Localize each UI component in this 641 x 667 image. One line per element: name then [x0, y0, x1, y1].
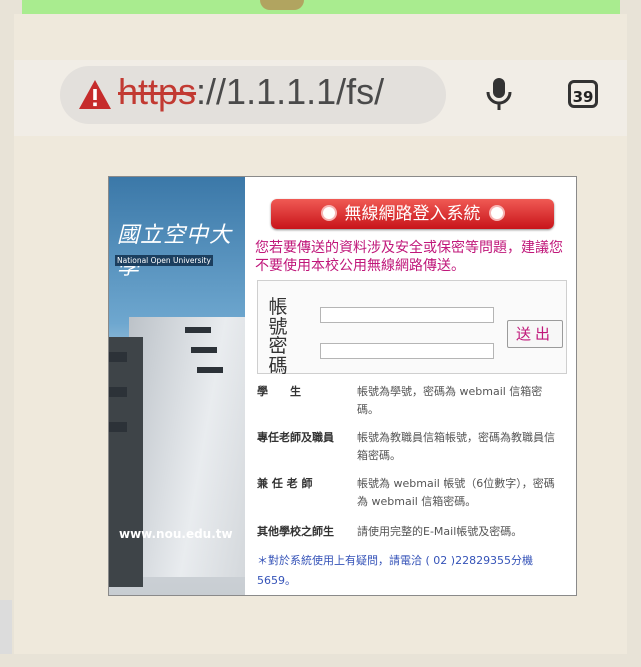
info-key: 其他學校之師生 — [257, 525, 334, 538]
window — [185, 327, 211, 333]
window — [191, 347, 217, 353]
url-scheme: https — [118, 71, 197, 112]
top-green-strip — [22, 0, 620, 15]
password-input[interactable] — [320, 343, 494, 359]
password-label: 密碼 — [268, 335, 288, 377]
url-path: ://1.1.1.1/fs/ — [196, 71, 385, 112]
info-value: 請使用完整的E-Mail帳號及密碼。 — [357, 525, 523, 538]
info-key: 專任老師及職員 — [257, 431, 334, 444]
window — [109, 387, 127, 397]
url-text[interactable]: https://1.1.1.1/fs/ — [118, 71, 444, 113]
window — [197, 367, 223, 373]
info-value: 帳號為學號，密碼為 webmail 信箱密碼。 — [357, 385, 543, 416]
system-title-text: 無線網路登入系統 — [344, 204, 481, 224]
university-english-name: National Open University — [115, 255, 213, 266]
window — [109, 422, 127, 432]
submit-button[interactable]: 送出 — [507, 320, 563, 348]
info-value: 帳號為 webmail 帳號（6位數字），密碼為 webmail 信箱密碼。 — [357, 477, 555, 508]
system-title: 無線網路登入系統 — [271, 199, 554, 229]
university-website: www.nou.edu.tw — [119, 527, 233, 541]
title-dot-icon — [488, 205, 505, 221]
microphone-icon[interactable] — [484, 76, 514, 112]
warning-icon — [79, 80, 111, 109]
top-blob — [260, 0, 304, 10]
university-logo: 國立空中大學 — [117, 223, 233, 280]
tabs-icon[interactable]: 39 — [568, 80, 598, 108]
info-value: 帳號為教職員信箱帳號，密碼為教職員信箱密碼。 — [357, 431, 555, 462]
campus-photo: 國立空中大學 National Open University www.nou.… — [109, 177, 245, 595]
title-dot-icon — [320, 205, 337, 221]
window — [109, 352, 127, 362]
account-input[interactable] — [320, 307, 494, 323]
contact-info: ＊對於系統使用上有疑問，請電洽 ( 02 )22829355分機 5659。 — [257, 554, 534, 587]
building-shadow — [109, 337, 143, 587]
info-key: 學 生 — [257, 385, 301, 398]
security-notice: 您若要傳送的資料涉及安全或保密等問題，建議您不要使用本校公用無線網路傳送。 — [255, 240, 563, 274]
login-panel: 國立空中大學 National Open University www.nou.… — [108, 176, 577, 596]
account-label: 帳號 — [268, 296, 288, 338]
bottom-left-edge — [0, 600, 12, 654]
info-key: 兼 任 老 師 — [257, 477, 313, 490]
